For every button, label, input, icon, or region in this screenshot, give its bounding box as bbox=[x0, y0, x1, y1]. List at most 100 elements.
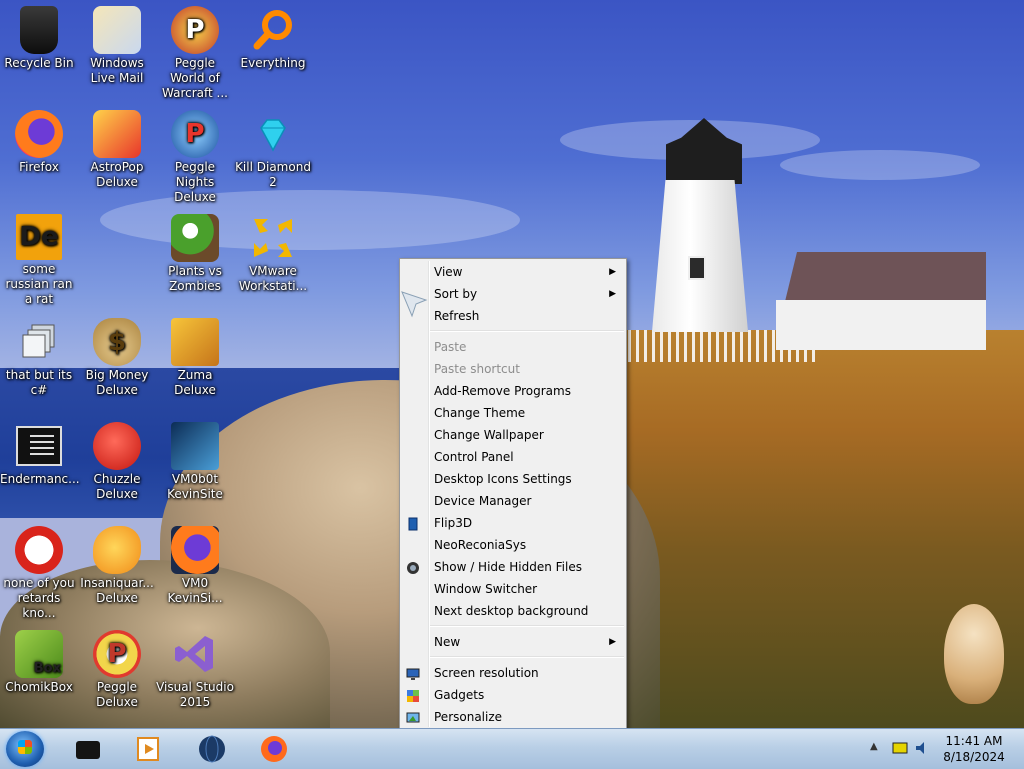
menu-item-label: Device Manager bbox=[434, 494, 532, 508]
menu-item-view[interactable]: View ▶ bbox=[400, 261, 626, 283]
start-button[interactable] bbox=[6, 731, 44, 767]
desktop-icon-vm0b0t-kevinsite[interactable]: VM0b0t KevinSite bbox=[156, 422, 234, 502]
desktop-icon-label: Visual Studio 2015 bbox=[156, 680, 234, 709]
desktop-icon-label: Peggle World of Warcraft ... bbox=[162, 56, 228, 100]
house bbox=[776, 300, 986, 350]
desktop-icon-recycle-bin[interactable]: Recycle Bin bbox=[0, 6, 78, 71]
terminal-icon bbox=[15, 422, 63, 470]
desktop-icon-firefox[interactable]: Firefox bbox=[0, 110, 78, 175]
menu-item-screen-resolution[interactable]: Screen resolution bbox=[400, 662, 626, 684]
menu-item-label: Control Panel bbox=[434, 450, 514, 464]
desktop-icon-zuma-deluxe[interactable]: Zuma Deluxe bbox=[156, 318, 234, 398]
menu-item-window-switcher[interactable]: Window Switcher bbox=[400, 578, 626, 600]
menu-separator bbox=[430, 330, 624, 332]
menu-item-label: Sort by bbox=[434, 287, 478, 301]
desktop-icon-label: Everything bbox=[240, 56, 306, 70]
flip3d-icon bbox=[406, 516, 420, 531]
taskbar-pinned-firefox[interactable] bbox=[258, 733, 290, 765]
desktop-icon-that-but-its-csharp[interactable]: that but its c# bbox=[0, 318, 78, 398]
firefox-icon bbox=[261, 736, 287, 762]
desktop-icon-peggle-deluxe[interactable]: P Peggle Deluxe bbox=[78, 630, 156, 710]
de-icon-glyph: De bbox=[19, 221, 59, 252]
desktop-icon-endermanc[interactable]: Endermanc... bbox=[0, 422, 80, 487]
battery-tray-icon[interactable] bbox=[892, 741, 908, 755]
monitor-icon bbox=[406, 666, 420, 680]
menu-item-sort-by[interactable]: Sort by ▶ bbox=[400, 283, 626, 305]
menu-item-desktop-icons-settings[interactable]: Desktop Icons Settings bbox=[400, 468, 626, 490]
taskbar: ▲ 11:41 AM 8/18/2024 bbox=[0, 728, 1024, 769]
desktop-icon-visual-studio[interactable]: Visual Studio 2015 bbox=[156, 630, 234, 710]
menu-item-flip3d[interactable]: Flip3D bbox=[400, 512, 626, 534]
desktop-icon-none-of-you[interactable]: none of you retards kno... bbox=[0, 526, 78, 621]
menu-item-refresh[interactable]: Refresh bbox=[400, 305, 626, 327]
menu-item-device-manager[interactable]: Device Manager bbox=[400, 490, 626, 512]
menu-item-gadgets[interactable]: Gadgets bbox=[400, 684, 626, 706]
desktop-icon-label: Zuma Deluxe bbox=[174, 368, 216, 397]
desktop-icon-insaniquarium[interactable]: Insaniquar... Deluxe bbox=[78, 526, 156, 606]
desktop-icon-plants-vs-zombies[interactable]: Plants vs Zombies bbox=[156, 214, 234, 294]
house-roof bbox=[784, 252, 986, 304]
vmware-icon bbox=[249, 214, 297, 262]
desktop-icon-label: VM0b0t KevinSite bbox=[167, 472, 223, 501]
visual-studio-icon bbox=[171, 630, 219, 678]
menu-separator bbox=[430, 625, 624, 627]
cloud bbox=[780, 150, 980, 180]
menu-item-label: Gadgets bbox=[434, 688, 485, 702]
desktop-icon-peggle-wow[interactable]: P Peggle World of Warcraft ... bbox=[156, 6, 234, 101]
volume-tray-icon[interactable] bbox=[914, 741, 930, 755]
desktop-icon-label: Plants vs Zombies bbox=[168, 264, 222, 293]
show-hidden-icons-button[interactable]: ▲ bbox=[870, 741, 878, 752]
desktop-icon-label: VMware Workstati... bbox=[238, 264, 308, 293]
desktop-icon-vm0-kevinsite[interactable]: VM0 KevinSi... bbox=[156, 526, 234, 606]
peggle-icon-glyph: P bbox=[185, 118, 205, 149]
desktop-icon-label: that but its c# bbox=[5, 368, 73, 397]
menu-item-add-remove-programs[interactable]: Add-Remove Programs bbox=[400, 380, 626, 402]
magnifier-icon bbox=[249, 6, 297, 54]
desktop-icon-chomikbox[interactable]: Box ChomikBox bbox=[0, 630, 78, 695]
desktop-icon-chuzzle[interactable]: Chuzzle Deluxe bbox=[78, 422, 156, 502]
menu-item-show-hide-hidden-files[interactable]: Show / Hide Hidden Files bbox=[400, 556, 626, 578]
menu-item-new[interactable]: New ▶ bbox=[400, 631, 626, 653]
globe-icon bbox=[199, 735, 225, 763]
taskbar-pinned-network-globe[interactable] bbox=[196, 733, 228, 765]
zuma-icon bbox=[171, 318, 219, 366]
clock-time: 11:41 AM bbox=[945, 734, 1003, 748]
desktop-icon-windows-live-mail[interactable]: Windows Live Mail bbox=[78, 6, 156, 86]
desktop-icon-russian-rat[interactable]: De some russian ran a rat bbox=[0, 214, 78, 307]
black-box-icon bbox=[76, 741, 100, 759]
menu-item-change-theme[interactable]: Change Theme bbox=[400, 402, 626, 424]
menu-item-label: Next desktop background bbox=[434, 604, 589, 618]
desktop-icon-everything[interactable]: Everything bbox=[234, 6, 312, 71]
chomikbox-icon: Box bbox=[15, 630, 63, 678]
desktop-icon-label: Windows Live Mail bbox=[90, 56, 144, 85]
chomik-icon-glyph: Box bbox=[33, 661, 61, 676]
submenu-arrow-icon: ▶ bbox=[609, 267, 616, 277]
menu-item-next-desktop-background[interactable]: Next desktop background bbox=[400, 600, 626, 622]
desktop-icon-peggle-nights[interactable]: P Peggle Nights Deluxe bbox=[156, 110, 234, 205]
mail-icon bbox=[93, 6, 141, 54]
desktop-icon-vmware[interactable]: VMware Workstati... bbox=[234, 214, 312, 294]
windows-logo-icon bbox=[18, 740, 32, 754]
hamster-desktop-pet[interactable] bbox=[944, 604, 1004, 704]
firefox-icon bbox=[15, 110, 63, 158]
menu-item-label: Window Switcher bbox=[434, 582, 538, 596]
desktop-icon-label: VM0 KevinSi... bbox=[167, 576, 223, 605]
de-app-icon: De bbox=[16, 214, 62, 260]
desktop-icon-label: AstroPop Deluxe bbox=[90, 160, 144, 189]
menu-item-control-panel[interactable]: Control Panel bbox=[400, 446, 626, 468]
menu-item-change-wallpaper[interactable]: Change Wallpaper bbox=[400, 424, 626, 446]
menu-separator bbox=[430, 656, 624, 658]
menu-item-neoreconiasys[interactable]: NeoReconiaSys bbox=[400, 534, 626, 556]
desktop-icon-big-money[interactable]: $ Big Money Deluxe bbox=[78, 318, 156, 398]
submenu-arrow-icon: ▶ bbox=[609, 637, 616, 647]
desktop-icon-label: Firefox bbox=[19, 160, 59, 174]
desktop-icon-kill-diamond[interactable]: Kill Diamond 2 bbox=[234, 110, 312, 190]
menu-item-label: Change Theme bbox=[434, 406, 526, 420]
desktop-icon-astropop[interactable]: AstroPop Deluxe bbox=[78, 110, 156, 190]
taskbar-pinned-media-player[interactable] bbox=[132, 733, 164, 765]
system-clock[interactable]: 11:41 AM 8/18/2024 bbox=[932, 733, 1016, 765]
menu-item-personalize[interactable]: Personalize bbox=[400, 706, 626, 728]
taskbar-pinned-recycle-bin[interactable] bbox=[72, 733, 104, 765]
menu-item-label: Desktop Icons Settings bbox=[434, 472, 572, 486]
desktop-icon-label: Big Money Deluxe bbox=[85, 368, 149, 397]
